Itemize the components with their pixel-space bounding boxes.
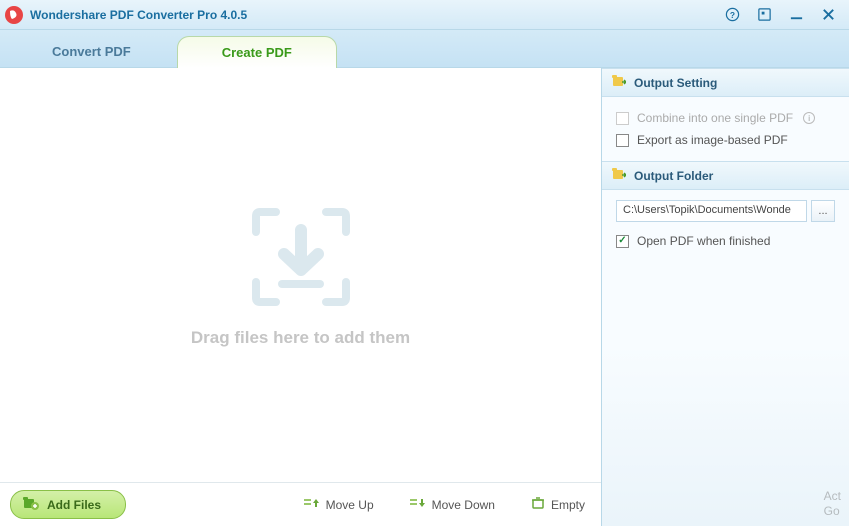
drop-zone-label: Drag files here to add them: [191, 328, 410, 348]
tab-create-pdf[interactable]: Create PDF: [177, 36, 337, 68]
move-up-label: Move Up: [326, 498, 374, 512]
drop-target-icon: [246, 202, 356, 312]
bottom-toolbar: Add Files Move Up Move Down Empty: [0, 482, 601, 526]
empty-button[interactable]: Empty: [525, 493, 591, 516]
export-image-label: Export as image-based PDF: [637, 133, 788, 147]
browse-button[interactable]: ...: [811, 200, 835, 222]
output-setting-label: Output Setting: [634, 76, 717, 90]
app-logo-icon: [4, 5, 24, 25]
move-down-button[interactable]: Move Down: [404, 493, 501, 516]
help-icon[interactable]: ?: [723, 6, 741, 24]
tab-convert-pdf[interactable]: Convert PDF: [8, 36, 175, 67]
empty-label: Empty: [551, 498, 585, 512]
open-when-finished-checkbox[interactable]: [616, 235, 629, 248]
export-image-row: Export as image-based PDF: [616, 129, 835, 151]
export-image-checkbox[interactable]: [616, 134, 629, 147]
svg-text:?: ?: [729, 10, 734, 20]
combine-checkbox: [616, 112, 629, 125]
move-down-icon: [410, 497, 426, 512]
output-setting-icon: [612, 74, 626, 91]
window-controls: ?: [723, 6, 845, 24]
app-title: Wondershare PDF Converter Pro 4.0.5: [30, 8, 723, 22]
output-folder-icon: [612, 167, 626, 184]
sidebar: Output Setting Combine into one single P…: [602, 68, 849, 526]
move-up-button[interactable]: Move Up: [298, 493, 380, 516]
combine-row: Combine into one single PDF i: [616, 107, 835, 129]
combine-label: Combine into one single PDF: [637, 111, 793, 125]
titlebar: Wondershare PDF Converter Pro 4.0.5 ?: [0, 0, 849, 30]
move-down-label: Move Down: [432, 498, 495, 512]
info-icon[interactable]: i: [803, 112, 815, 124]
tab-bar: Convert PDF Create PDF: [0, 30, 849, 68]
output-setting-header: Output Setting: [602, 68, 849, 97]
main-area: Drag files here to add them Add Files Mo…: [0, 68, 602, 526]
output-folder-label: Output Folder: [634, 169, 713, 183]
minimize-icon[interactable]: [787, 6, 805, 24]
close-icon[interactable]: [819, 6, 837, 24]
move-up-icon: [304, 497, 320, 512]
drop-zone[interactable]: Drag files here to add them: [0, 68, 601, 482]
activation-watermark: Act Go: [824, 489, 841, 520]
output-path-input[interactable]: C:\Users\Topik\Documents\Wonde: [616, 200, 807, 222]
add-files-icon: [23, 496, 39, 513]
open-when-finished-row: Open PDF when finished: [616, 230, 835, 252]
settings-icon[interactable]: [755, 6, 773, 24]
add-files-label: Add Files: [47, 498, 101, 512]
add-files-button[interactable]: Add Files: [10, 490, 126, 519]
open-when-finished-label: Open PDF when finished: [637, 234, 770, 248]
empty-icon: [531, 497, 545, 512]
output-folder-header: Output Folder: [602, 161, 849, 190]
